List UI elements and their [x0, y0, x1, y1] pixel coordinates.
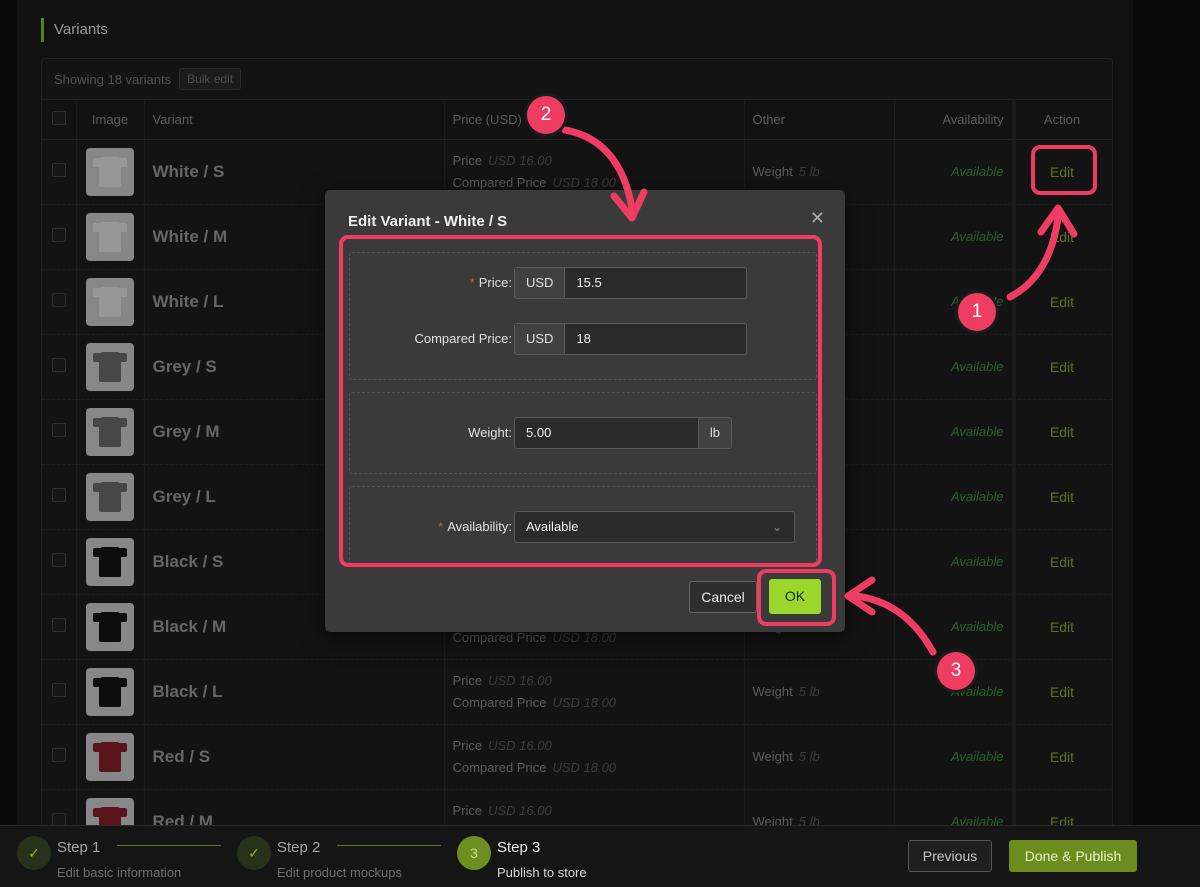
step-3-subtitle: Publish to store: [497, 865, 587, 880]
cancel-button[interactable]: Cancel: [689, 581, 757, 613]
step-connector-2: [337, 845, 441, 846]
wizard-footer: ✓ Step 1 Edit basic information ✓ Step 2…: [0, 825, 1200, 887]
check-icon: ✓: [237, 836, 271, 870]
close-icon[interactable]: ✕: [810, 208, 825, 229]
step-1-title: Step 1: [57, 839, 101, 856]
step-2-title: Step 2: [277, 839, 321, 856]
step-2-subtitle: Edit product mockups: [277, 865, 403, 880]
step-1-subtitle: Edit basic information: [57, 865, 182, 880]
step-badge-3: 3: [937, 652, 975, 690]
step-badge-2: 2: [527, 96, 565, 134]
step-connector-1: [117, 845, 221, 846]
check-icon: ✓: [17, 836, 51, 870]
step-3-number: 3: [457, 836, 491, 870]
modal-title: Edit Variant - White / S: [348, 213, 508, 230]
done-publish-button[interactable]: Done & Publish: [1009, 840, 1137, 872]
step-3-title: Step 3: [497, 839, 541, 856]
highlight-ok-button: [757, 569, 836, 626]
previous-button[interactable]: Previous: [908, 840, 992, 872]
highlight-form-fields: [339, 235, 822, 567]
step-badge-1: 1: [958, 293, 996, 331]
highlight-edit-button: [1031, 145, 1097, 195]
